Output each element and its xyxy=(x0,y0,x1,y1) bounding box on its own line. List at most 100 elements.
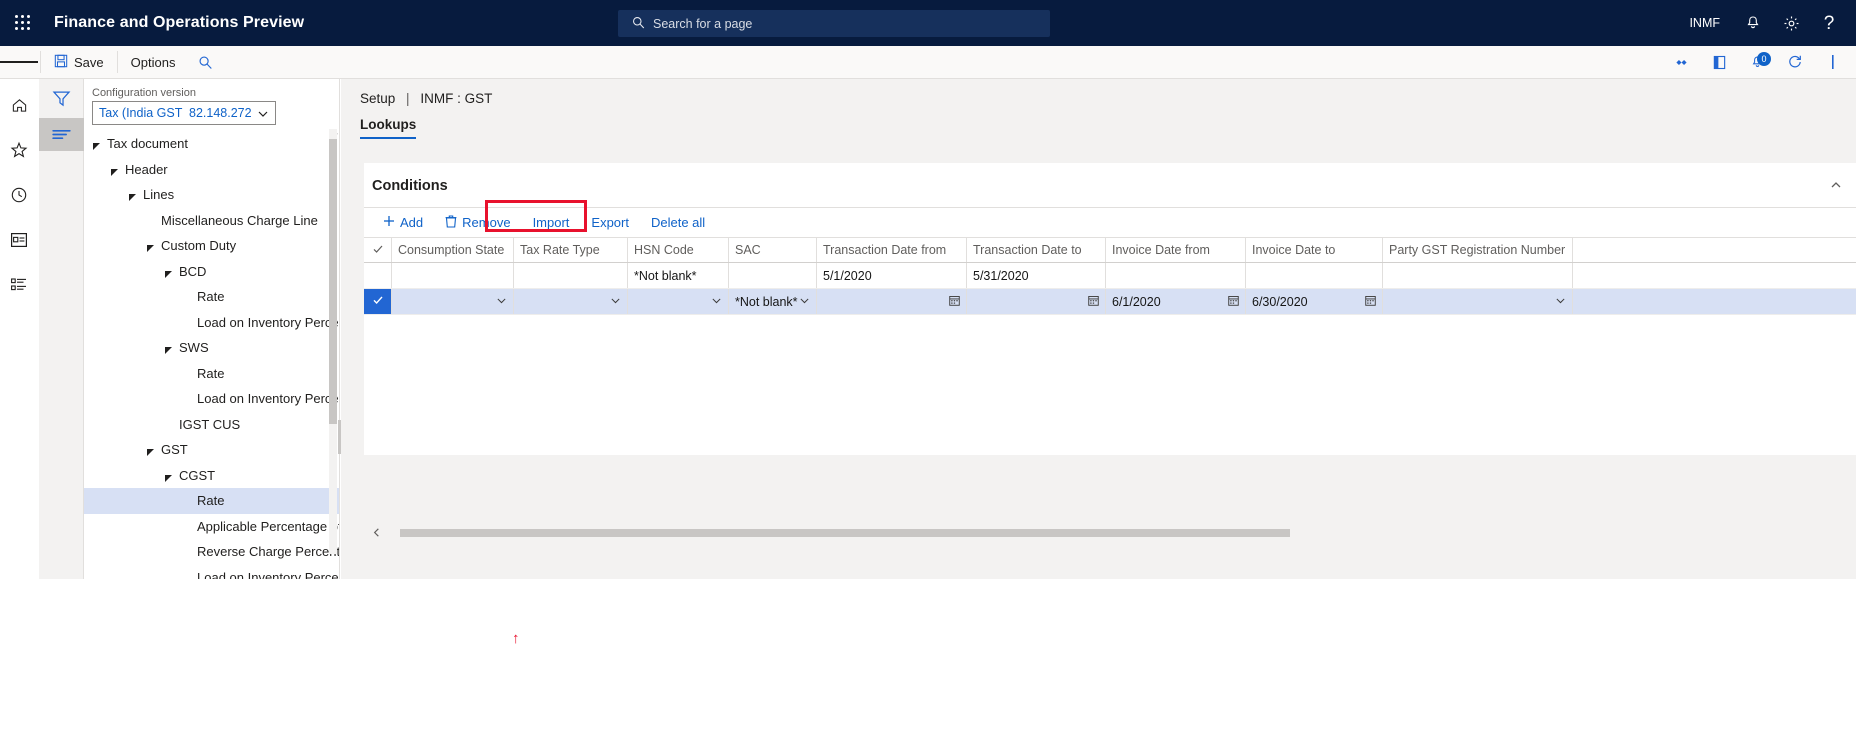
column-header-hsn[interactable]: HSN Code xyxy=(628,238,729,262)
chevron-down-icon[interactable] xyxy=(799,295,810,309)
cell-gstreg[interactable] xyxy=(1383,289,1573,314)
tree-expander-icon[interactable] xyxy=(128,190,137,202)
save-button[interactable]: Save xyxy=(43,46,115,78)
lines-icon[interactable] xyxy=(39,118,84,151)
tree-node[interactable]: Rate xyxy=(84,361,339,387)
tree-node[interactable]: Rate xyxy=(84,284,339,310)
grid-scroll-thumb[interactable] xyxy=(400,529,1290,537)
calendar-icon[interactable] xyxy=(1228,295,1239,309)
cell-type[interactable] xyxy=(514,289,628,314)
tree-node[interactable]: Reverse Charge Percentage xyxy=(84,539,339,565)
attach-icon[interactable] xyxy=(1662,46,1700,78)
grid-horizontal-scrollbar[interactable] xyxy=(364,524,1856,542)
column-header-txto[interactable]: Transaction Date to xyxy=(967,238,1106,262)
column-header-invto[interactable]: Invoice Date to xyxy=(1246,238,1383,262)
question-mark-icon[interactable]: ? xyxy=(1810,0,1848,46)
chevron-down-icon[interactable] xyxy=(1555,295,1566,309)
company-selector[interactable]: INMF xyxy=(1675,16,1734,30)
tree-expander-icon[interactable] xyxy=(146,241,155,253)
notification-icon[interactable]: 0 xyxy=(1738,46,1776,78)
tree-node[interactable]: Custom Duty xyxy=(84,233,339,259)
tree-expander-icon[interactable] xyxy=(92,139,101,151)
cell-txfrom[interactable]: 5/1/2020 xyxy=(817,263,967,288)
select-all-checkbox[interactable] xyxy=(364,238,392,262)
gear-icon[interactable] xyxy=(1772,0,1810,46)
rail-item-home[interactable] xyxy=(0,87,38,123)
cell-txto[interactable]: 5/31/2020 xyxy=(967,263,1106,288)
rail-item-workspaces[interactable] xyxy=(0,222,38,258)
tab-lookups[interactable]: Lookups xyxy=(360,117,417,139)
tree-node[interactable]: Load on Inventory Percentage xyxy=(84,386,339,412)
navigation-menu-icon[interactable] xyxy=(0,46,39,78)
tree-expander-icon[interactable] xyxy=(146,445,155,457)
column-header-txfrom[interactable]: Transaction Date from xyxy=(817,238,967,262)
cell-invto[interactable] xyxy=(1246,263,1383,288)
options-button[interactable]: Options xyxy=(120,46,187,78)
grid-scroll-track[interactable] xyxy=(388,529,1856,537)
tree-expander-icon[interactable] xyxy=(164,471,173,482)
tree-node[interactable]: BCD xyxy=(84,259,339,285)
add-button[interactable]: Add xyxy=(372,209,434,237)
tree-scrollbar-thumb[interactable] xyxy=(329,139,337,424)
tree-node[interactable]: Miscellaneous Charge Line xyxy=(84,208,339,234)
app-launcher-icon[interactable] xyxy=(0,0,46,46)
filter-icon[interactable] xyxy=(39,82,84,115)
rail-item-favorites[interactable] xyxy=(0,132,38,168)
tree-node[interactable]: IGST CUS xyxy=(84,412,339,438)
office-app-icon[interactable] xyxy=(1700,46,1738,78)
calendar-icon[interactable] xyxy=(1088,295,1099,309)
refresh-icon[interactable] xyxy=(1776,46,1814,78)
tree-node[interactable]: Load on Inventory Percentage xyxy=(84,310,339,336)
export-button[interactable]: Export xyxy=(580,209,640,237)
remove-button[interactable]: Remove xyxy=(434,209,521,237)
table-row[interactable]: *Not blank* 6/1/2020 6/30/2020 xyxy=(364,289,1856,315)
cell-state[interactable] xyxy=(392,289,514,314)
cell-gstreg[interactable] xyxy=(1383,263,1573,288)
column-header-gstreg[interactable]: Party GST Registration Number xyxy=(1383,238,1573,262)
column-header-sac[interactable]: SAC xyxy=(729,238,817,262)
tree-expander-icon[interactable] xyxy=(164,267,173,278)
tree-node[interactable]: Header xyxy=(84,157,339,183)
cell-check[interactable] xyxy=(364,263,392,288)
cell-check[interactable] xyxy=(364,289,392,314)
card-collapse-chevron-icon[interactable] xyxy=(1830,179,1842,194)
cell-sac[interactable] xyxy=(729,263,817,288)
page-search-icon[interactable] xyxy=(186,46,224,78)
column-header-type[interactable]: Tax Rate Type xyxy=(514,238,628,262)
tree-node[interactable]: CGST xyxy=(84,463,339,489)
chevron-down-icon[interactable] xyxy=(610,295,621,309)
tree-node[interactable]: Rate xyxy=(84,488,339,514)
chevron-down-icon[interactable] xyxy=(711,295,722,309)
cell-hsn[interactable] xyxy=(628,289,729,314)
cell-invfrom[interactable] xyxy=(1106,263,1246,288)
tree-node[interactable]: Lines xyxy=(84,182,339,208)
delete-all-button[interactable]: Delete all xyxy=(640,209,716,237)
calendar-icon[interactable] xyxy=(1365,295,1376,309)
cell-sac[interactable]: *Not blank* xyxy=(729,289,817,314)
tree-node[interactable]: GST xyxy=(84,437,339,463)
cell-hsn[interactable]: *Not blank* xyxy=(628,263,729,288)
table-row[interactable]: *Not blank* 5/1/2020 5/31/2020 xyxy=(364,263,1856,289)
calendar-icon[interactable] xyxy=(949,295,960,309)
cell-state[interactable] xyxy=(392,263,514,288)
tree-node[interactable]: Load on Inventory Percentage xyxy=(84,565,339,579)
rail-item-recent[interactable] xyxy=(0,177,38,213)
scroll-left-arrow-icon[interactable] xyxy=(364,526,388,541)
import-button[interactable]: Import xyxy=(522,209,581,237)
tree-node[interactable]: Applicable Percentage of tax xyxy=(84,514,339,540)
cell-txto[interactable] xyxy=(967,289,1106,314)
breadcrumb-setup[interactable]: Setup xyxy=(360,91,395,106)
cell-invfrom[interactable]: 6/1/2020 xyxy=(1106,289,1246,314)
tree-expander-icon[interactable] xyxy=(164,343,173,355)
global-search-box[interactable]: Search for a page xyxy=(618,10,1050,37)
more-menu-icon[interactable] xyxy=(1814,46,1852,78)
tree-node[interactable]: Tax document xyxy=(84,131,339,157)
chevron-down-icon[interactable] xyxy=(496,295,507,309)
cell-type[interactable] xyxy=(514,263,628,288)
tree-node[interactable]: SWS xyxy=(84,335,339,361)
column-header-state[interactable]: Consumption State xyxy=(392,238,514,262)
cell-txfrom[interactable] xyxy=(817,289,967,314)
bell-icon[interactable] xyxy=(1734,0,1772,46)
column-header-invfrom[interactable]: Invoice Date from xyxy=(1106,238,1246,262)
rail-item-modules[interactable] xyxy=(0,267,38,303)
